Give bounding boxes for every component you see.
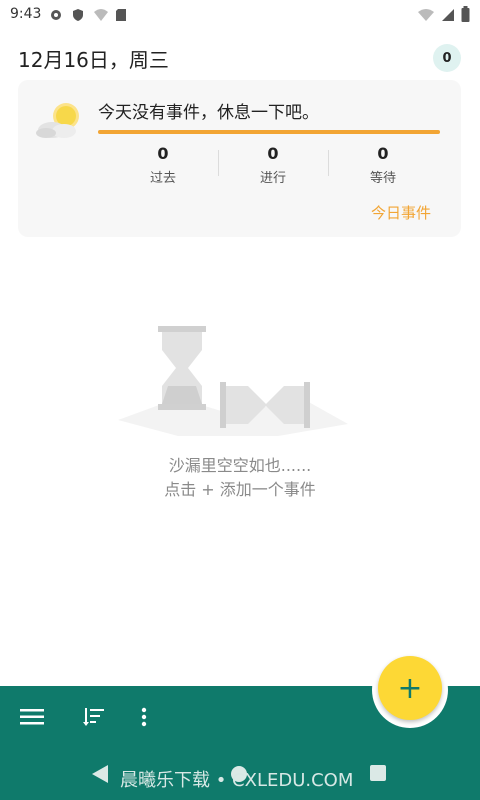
stat-waiting-label: 等待 [369,171,396,186]
signal-icon [441,7,455,26]
shield-icon [71,7,85,21]
add-event-button[interactable]: + [378,656,442,720]
today-events-link[interactable]: 今日事件 [371,202,431,223]
wifi-question-icon [93,7,109,21]
watermark-text: 晨曦乐下载 • CXLEDU.COM [120,770,354,791]
empty-line-1: 沙漏里空空如也...... [168,456,312,475]
event-count-badge[interactable]: 0 [433,44,461,72]
back-icon[interactable] [92,765,108,787]
sd-card-icon [115,7,129,21]
battery-icon [461,6,470,26]
hourglass-illustration [118,320,348,450]
stat-past: 0 过去 [108,144,218,186]
empty-state-text: 沙漏里空空如也...... 点击 + 添加一个事件 [0,454,480,502]
status-time: 9:43 [10,6,42,22]
stat-past-label: 过去 [149,171,176,186]
empty-line-2: 点击 + 添加一个事件 [164,480,316,499]
card-message: 今天没有事件，休息一下吧。 [98,103,319,123]
stat-past-value: 0 [157,144,169,163]
progress-bar [98,130,440,134]
progress-fill [98,130,440,134]
stat-waiting-value: 0 [377,144,389,163]
today-summary-card: 今天没有事件，休息一下吧。 0 过去 0 进行 0 等待 今日事件 [18,80,461,237]
page-title: 12月16日，周三 [18,48,169,72]
recents-icon[interactable] [370,765,386,785]
stat-ongoing-label: 进行 [259,171,286,186]
gear-icon [49,7,63,21]
stat-ongoing-value: 0 [267,144,279,163]
more-options-icon[interactable] [130,706,158,728]
sun-cloud-icon [32,98,88,142]
stat-waiting: 0 等待 [328,144,438,186]
status-bar: 9:43 [0,0,480,28]
menu-icon[interactable] [18,706,46,728]
stat-ongoing: 0 进行 [218,144,328,186]
wifi-off-icon [417,7,435,26]
sort-icon[interactable] [80,706,108,728]
